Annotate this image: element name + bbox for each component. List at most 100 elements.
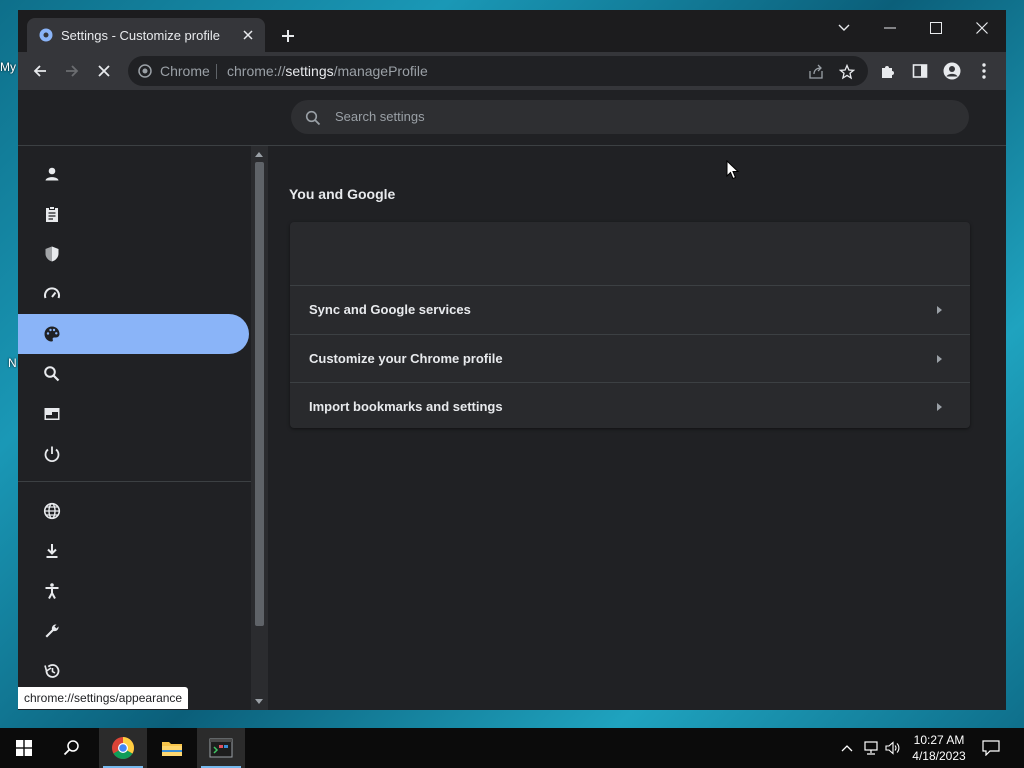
avatar-icon	[943, 62, 961, 80]
chrome-logo-icon	[112, 737, 134, 759]
row-label: Sync and Google services	[309, 302, 471, 317]
side-panel-icon	[912, 64, 928, 78]
scrollbar-thumb[interactable]	[255, 162, 264, 626]
sidebar-item-reset[interactable]	[18, 651, 249, 691]
row-label: Customize your Chrome profile	[309, 351, 503, 366]
settings-search-input[interactable]: Search settings	[291, 100, 969, 134]
sidebar-item-appearance[interactable]	[18, 314, 249, 354]
taskbar-clock[interactable]: 10:27 AM 4/18/2023	[906, 732, 972, 764]
close-icon	[976, 22, 988, 34]
sidebar-item-accessibility[interactable]	[18, 571, 249, 611]
tab-settings[interactable]: Settings - Customize profile	[27, 18, 265, 52]
tab-title: Settings - Customize profile	[61, 28, 220, 43]
shield-icon	[45, 246, 59, 262]
sidebar-item-downloads[interactable]	[18, 531, 249, 571]
arrow-right-icon	[66, 65, 79, 77]
share-icon	[809, 64, 823, 79]
row-import-bookmarks[interactable]: Import bookmarks and settings	[290, 382, 970, 431]
arrow-left-icon	[33, 65, 46, 77]
plus-icon	[282, 30, 294, 42]
search-icon	[44, 366, 60, 382]
scroll-down-arrow-icon[interactable]	[255, 699, 263, 704]
minimize-icon	[884, 27, 896, 29]
close-icon	[243, 30, 253, 40]
close-icon	[98, 65, 110, 77]
close-window-button[interactable]	[962, 14, 1002, 42]
accessibility-icon	[45, 583, 59, 599]
forward-button[interactable]	[58, 57, 86, 85]
profile-header-area	[290, 222, 970, 286]
url-host: settings	[285, 63, 334, 79]
search-placeholder: Search settings	[335, 109, 425, 124]
action-center-button[interactable]	[982, 739, 1000, 757]
sidebar-item-you-and-google[interactable]	[18, 154, 249, 194]
wrench-icon	[45, 624, 59, 638]
taskbar-chrome[interactable]	[99, 728, 147, 768]
you-and-google-card: Sync and Google services Customize your …	[290, 222, 970, 428]
settings-main: You and Google Sync and Google services …	[268, 146, 1006, 710]
desktop-label-peek-1: My	[0, 60, 16, 74]
desktop-label-peek-2: N	[8, 356, 17, 370]
clock-date: 4/18/2023	[912, 749, 966, 763]
tray-volume[interactable]	[884, 739, 902, 757]
clipboard-icon	[46, 206, 58, 222]
row-sync-services[interactable]: Sync and Google services	[290, 286, 970, 334]
sidebar-divider	[18, 481, 251, 482]
url-path: /manageProfile	[333, 63, 428, 79]
sidebar-item-autofill[interactable]	[18, 194, 249, 234]
address-bar[interactable]: Chrome chrome://settings/manageProfile	[128, 56, 868, 86]
side-panel-button[interactable]	[906, 57, 934, 85]
sidebar-item-search-engine[interactable]	[18, 354, 249, 394]
sidebar-item-performance[interactable]	[18, 274, 249, 314]
palette-icon	[44, 326, 60, 342]
section-title: You and Google	[289, 186, 396, 202]
menu-button[interactable]	[970, 57, 998, 85]
maximize-button[interactable]	[916, 14, 956, 42]
extensions-button[interactable]	[874, 57, 902, 85]
sidebar-item-on-startup[interactable]	[18, 434, 249, 474]
sidebar-item-privacy[interactable]	[18, 234, 249, 274]
sidebar-item-languages[interactable]	[18, 491, 249, 531]
new-tab-button[interactable]	[276, 24, 300, 48]
terminal-app-icon	[209, 738, 233, 758]
bookmark-button[interactable]	[838, 63, 856, 81]
notification-icon	[982, 740, 1000, 756]
tab-strip: Settings - Customize profile	[18, 10, 1006, 52]
taskbar-file-explorer[interactable]	[148, 728, 196, 768]
speaker-icon	[885, 741, 900, 755]
tray-overflow-button[interactable]	[838, 739, 856, 757]
chevron-right-icon	[937, 355, 942, 363]
back-button[interactable]	[26, 57, 54, 85]
taskbar-terminal-app[interactable]	[197, 728, 245, 768]
minimize-button[interactable]	[870, 14, 910, 42]
search-icon	[305, 110, 321, 126]
link-status-bubble: chrome://settings/appearance	[18, 687, 189, 709]
browser-toolbar: Chrome chrome://settings/manageProfile	[18, 52, 1006, 90]
sidebar-item-default-browser[interactable]	[18, 394, 249, 434]
tray-network[interactable]	[862, 739, 880, 757]
tab-search-button[interactable]	[824, 14, 864, 42]
taskbar-search-button[interactable]	[48, 728, 96, 768]
row-label: Import bookmarks and settings	[309, 399, 503, 414]
omnibox-origin-chip: Chrome	[160, 63, 210, 79]
tab-close-button[interactable]	[237, 24, 259, 46]
mouse-cursor-icon	[726, 160, 740, 180]
stop-loading-button[interactable]	[90, 57, 118, 85]
omnibox-url[interactable]: chrome://settings/manageProfile	[227, 63, 428, 79]
star-icon	[839, 64, 855, 80]
sidebar-item-system[interactable]	[18, 611, 249, 651]
power-icon	[44, 446, 60, 463]
profile-button[interactable]	[938, 57, 966, 85]
settings-sidebar	[18, 146, 251, 710]
kebab-menu-icon	[982, 63, 986, 79]
scroll-up-arrow-icon[interactable]	[255, 152, 263, 157]
folder-icon	[162, 742, 182, 756]
settings-header: Search settings	[18, 90, 1006, 146]
settings-favicon-icon	[39, 28, 53, 42]
share-button[interactable]	[807, 63, 825, 81]
sidebar-scrollbar[interactable]	[251, 146, 268, 710]
search-icon	[63, 740, 79, 756]
start-button[interactable]	[0, 728, 48, 768]
row-customize-profile[interactable]: Customize your Chrome profile	[290, 334, 970, 383]
puzzle-icon	[882, 66, 894, 78]
